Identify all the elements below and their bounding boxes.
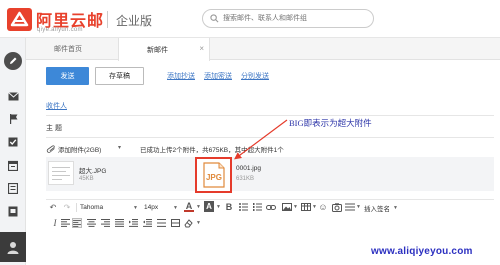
- search-input[interactable]: [223, 11, 368, 26]
- add-attachment-button[interactable]: 添加附件(2GB): [58, 144, 101, 154]
- chevron-down-icon[interactable]: ▼: [293, 203, 298, 211]
- sidebar-item-inbox[interactable]: [0, 85, 26, 107]
- format-table-icon[interactable]: [170, 218, 180, 228]
- attachment-size: 631KB: [236, 176, 255, 182]
- sidebar-item-notes[interactable]: [0, 177, 26, 199]
- calendar-icon: [8, 160, 18, 171]
- align-justify-icon[interactable]: [114, 218, 124, 228]
- image-icon[interactable]: [282, 202, 292, 212]
- bullet-list-icon[interactable]: [238, 202, 248, 212]
- align-left-icon[interactable]: [60, 218, 70, 228]
- annotation-text: BIG即表示为超大附件: [289, 118, 372, 128]
- close-icon[interactable]: ×: [199, 44, 204, 53]
- recipient-field[interactable]: 收件人: [46, 96, 494, 116]
- outdent-icon[interactable]: [142, 218, 152, 228]
- brand-logo-icon: [7, 8, 32, 31]
- tab-new-mail-label: 新邮件: [147, 46, 168, 54]
- pencil-icon: [10, 57, 17, 64]
- flag-icon: [9, 114, 17, 124]
- subject-field[interactable]: 主 题: [46, 118, 494, 138]
- table-icon[interactable]: [301, 202, 311, 212]
- font-family-select[interactable]: Tahoma ▼: [80, 202, 138, 213]
- sidebar: [0, 38, 26, 265]
- search-icon[interactable]: [210, 14, 219, 23]
- notes-icon: [8, 182, 18, 194]
- font-size-value: 14px: [144, 204, 159, 211]
- compose-page: 阿里云邮 qiye.aliyun.com 企业版 搜索邮件、联系人和邮件组 邮件…: [0, 0, 500, 265]
- separate-send-link[interactable]: 分别发送: [241, 71, 269, 81]
- chevron-down-icon[interactable]: ▼: [312, 203, 317, 211]
- paperclip-icon[interactable]: [46, 145, 56, 153]
- big-attachment-highlight: JPG: [195, 157, 232, 193]
- align-right-icon[interactable]: [100, 218, 110, 228]
- tab-new-mail[interactable]: 新邮件 ×: [118, 38, 210, 61]
- edition-label: 企业版: [116, 14, 153, 28]
- search-box[interactable]: [202, 9, 374, 28]
- chevron-down-icon: ▼: [173, 204, 178, 211]
- chevron-down-icon: ▼: [133, 204, 138, 211]
- user-icon: [7, 241, 19, 254]
- bold-icon[interactable]: B: [224, 201, 234, 212]
- more-options-icon[interactable]: [345, 202, 355, 212]
- attachment-size: 45KB: [79, 176, 94, 182]
- font-color-icon[interactable]: A: [184, 201, 194, 212]
- insert-signature-button[interactable]: 插入签名 ▼: [364, 202, 410, 213]
- link-icon[interactable]: [266, 202, 276, 212]
- redo-icon[interactable]: ↷: [62, 202, 72, 212]
- chevron-down-icon[interactable]: ▼: [196, 219, 201, 227]
- checkbox-icon: [8, 137, 18, 147]
- compose-button[interactable]: [0, 48, 26, 74]
- align-left-active-icon[interactable]: [72, 218, 82, 228]
- font-size-select[interactable]: 14px ▼: [144, 202, 178, 213]
- line-height-icon[interactable]: [156, 218, 166, 228]
- add-cc-link[interactable]: 添加抄送: [167, 71, 195, 81]
- archive-icon: [8, 206, 18, 216]
- chevron-down-icon: ▼: [393, 204, 398, 211]
- screenshot-icon[interactable]: [332, 202, 342, 212]
- sidebar-item-calendar[interactable]: [0, 154, 26, 176]
- recipient-label[interactable]: 收件人: [46, 101, 67, 111]
- jpg-file-icon[interactable]: JPG: [201, 162, 227, 188]
- font-family-value: Tahoma: [80, 204, 104, 211]
- italic-icon[interactable]: I: [50, 218, 60, 228]
- indent-icon[interactable]: [128, 218, 138, 228]
- undo-icon[interactable]: ↶: [48, 202, 58, 212]
- chevron-down-icon[interactable]: ▼: [216, 203, 221, 211]
- watermark-text: www.aliqiyeyou.com: [371, 246, 473, 257]
- brand-domain: qiye.aliyun.com: [37, 27, 83, 33]
- attachment-name[interactable]: 超大.JPG: [79, 165, 106, 175]
- highlight-color-icon[interactable]: A: [204, 201, 214, 212]
- emoji-icon[interactable]: ☺: [318, 202, 328, 212]
- editor-toolbar: ↶ ↷ Tahoma ▼ 14px ▼ A ▼ A ▼ B ▼ ▼ ☺ ▼ 插入…: [46, 199, 494, 231]
- chevron-down-icon[interactable]: ▼: [356, 203, 361, 211]
- header-divider: [107, 11, 108, 28]
- attachment-name[interactable]: 0001.jpg: [236, 165, 261, 172]
- insert-signature-label: 插入签名: [364, 205, 390, 213]
- subject-label: 主 题: [46, 125, 62, 132]
- save-draft-button[interactable]: 存草稿: [95, 67, 144, 85]
- chevron-down-icon[interactable]: ▼: [196, 203, 201, 211]
- attachment-thumbnail[interactable]: [48, 161, 74, 185]
- app-header: 阿里云邮 qiye.aliyun.com 企业版: [0, 0, 500, 38]
- add-bcc-link[interactable]: 添加密送: [204, 71, 232, 81]
- sidebar-item-flagged[interactable]: [0, 108, 26, 130]
- attachment-bar: 添加附件(2GB) ▾ 已成功上传2个附件，共675KB，其中超大附件1个: [46, 143, 494, 155]
- sidebar-item-tasks[interactable]: [0, 131, 26, 153]
- inbox-icon: [7, 91, 19, 100]
- sidebar-item-archive[interactable]: [0, 200, 26, 222]
- attachment-dropdown-icon[interactable]: ▾: [118, 144, 121, 151]
- jpg-badge: JPG: [206, 173, 222, 182]
- align-center-icon[interactable]: [86, 218, 96, 228]
- tab-bar: 邮件首页 新邮件 ×: [26, 38, 500, 61]
- sidebar-item-contacts[interactable]: [0, 232, 26, 262]
- clear-format-icon[interactable]: [184, 218, 194, 228]
- numbered-list-icon[interactable]: [252, 202, 262, 212]
- tab-mail-home[interactable]: 邮件首页: [54, 38, 82, 60]
- attachment-status: 已成功上传2个附件，共675KB，其中超大附件1个: [140, 147, 284, 154]
- attachment-list: 超大.JPG 45KB 0001.jpg 631KB: [46, 157, 494, 191]
- send-button[interactable]: 发送: [46, 67, 89, 85]
